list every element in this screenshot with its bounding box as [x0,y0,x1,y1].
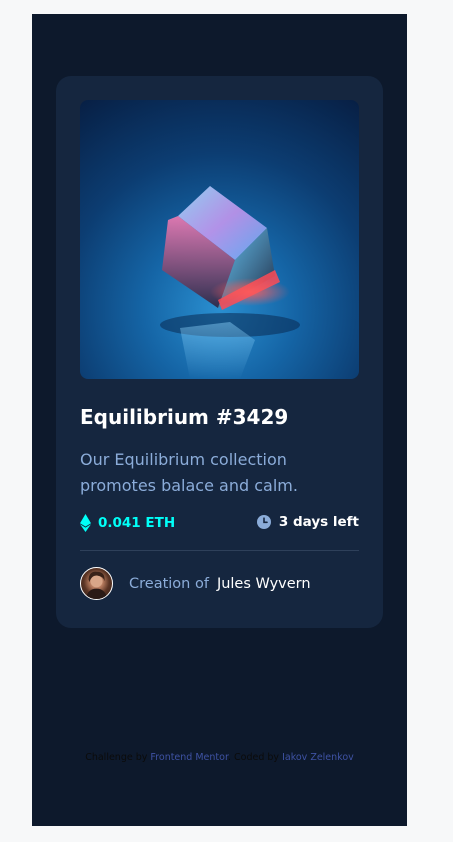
price-value: 0.041 ETH [98,515,176,531]
page-viewport: Equilibrium #3429 Our Equilibrium collec… [32,14,407,826]
nft-title[interactable]: Equilibrium #3429 [80,405,288,429]
creator-name-link[interactable]: Jules Wyvern [217,576,311,592]
price-info: 0.041 ETH [80,514,175,532]
clock-icon [256,515,271,529]
time-left-value: 3 days left [278,514,359,530]
time-left-info: 3 days left [256,514,359,530]
nft-description: Our Equilibrium collection promotes bala… [80,450,298,495]
author-link[interactable]: Iakov Zelenkov [282,752,354,763]
frontend-mentor-link[interactable]: Frontend Mentor [150,752,228,763]
attribution: Challenge by Frontend Mentor. Coded by I… [32,752,407,763]
nft-image[interactable] [80,100,359,379]
creator-row: Creation of Jules Wyvern [80,567,311,600]
creation-label: Creation of [129,575,209,592]
nft-card: Equilibrium #3429 Our Equilibrium collec… [56,76,383,628]
attribution-challenge-text: Challenge by [85,752,148,763]
equilibrium-cube-image [160,186,300,379]
card-divider [80,550,359,551]
creator-avatar [80,567,113,600]
attribution-coded-text: . Coded by [227,752,280,763]
nft-meta-row: 0.041 ETH 3 days left [80,514,359,534]
ethereum-icon [80,514,91,532]
